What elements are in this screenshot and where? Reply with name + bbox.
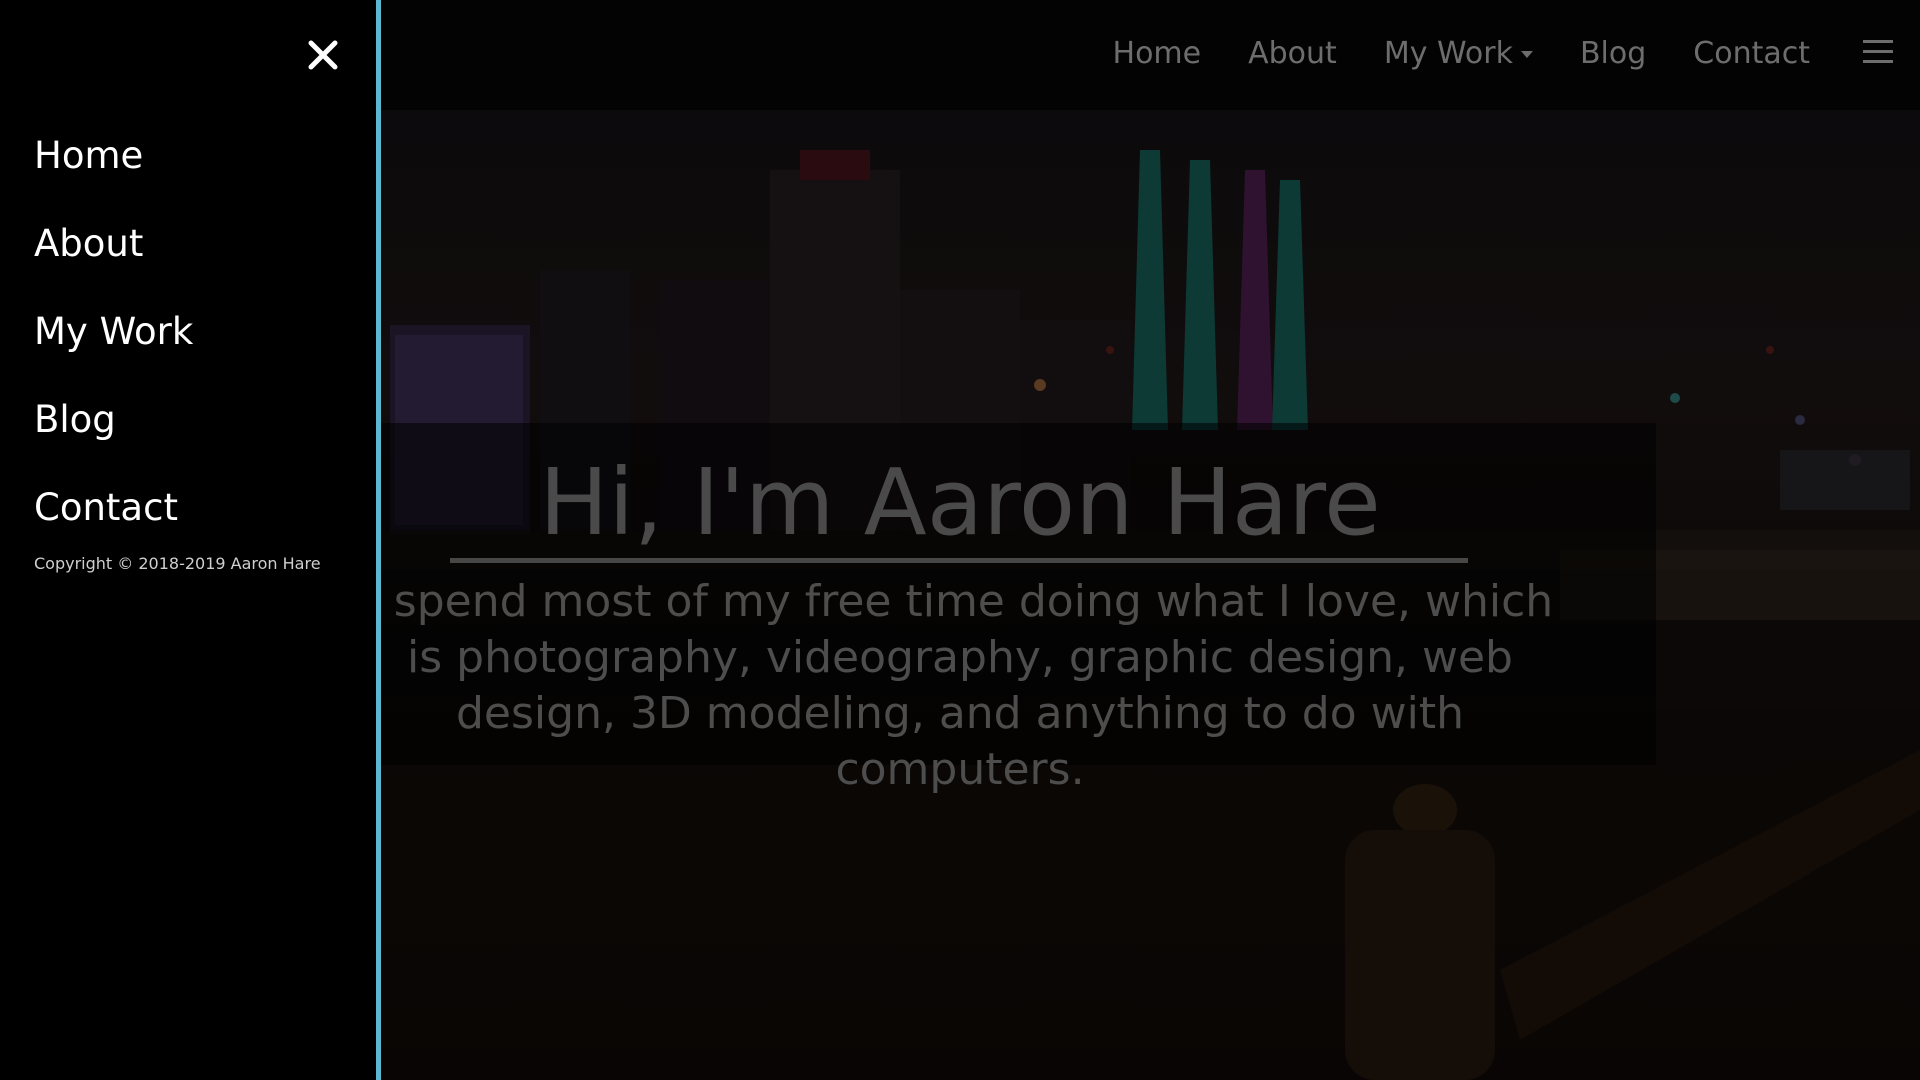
hamburger-icon[interactable] — [1863, 40, 1893, 64]
drawer-item-home[interactable]: Home — [34, 112, 193, 200]
hero-divider — [450, 558, 1468, 563]
hero-description: I spend most of my free time doing what … — [366, 576, 1554, 795]
drawer-nav: Home About My Work Blog Contact — [34, 112, 193, 552]
drawer-item-contact[interactable]: Contact — [34, 464, 193, 552]
caret-down-icon — [1520, 50, 1533, 58]
copyright-text: Copyright © 2018-2019 Aaron Hare — [34, 554, 321, 573]
side-drawer: Home About My Work Blog Contact Copyrigh… — [0, 0, 381, 1080]
close-icon[interactable] — [306, 38, 340, 72]
nav-link-home[interactable]: Home — [1113, 36, 1202, 71]
nav-link-about[interactable]: About — [1248, 36, 1337, 71]
drawer-item-my-work[interactable]: My Work — [34, 288, 193, 376]
nav-dropdown-my-work[interactable]: My Work — [1384, 36, 1533, 71]
hero-title: Hi, I'm Aaron Hare — [539, 449, 1381, 556]
nav-link-contact[interactable]: Contact — [1693, 36, 1810, 71]
nav-link-my-work-label: My Work — [1383, 35, 1513, 71]
drawer-item-about[interactable]: About — [34, 200, 193, 288]
nav-link-blog[interactable]: Blog — [1580, 36, 1646, 71]
top-nav-links: Home About My Work Blog Contact — [1066, 0, 1810, 106]
drawer-item-blog[interactable]: Blog — [34, 376, 193, 464]
